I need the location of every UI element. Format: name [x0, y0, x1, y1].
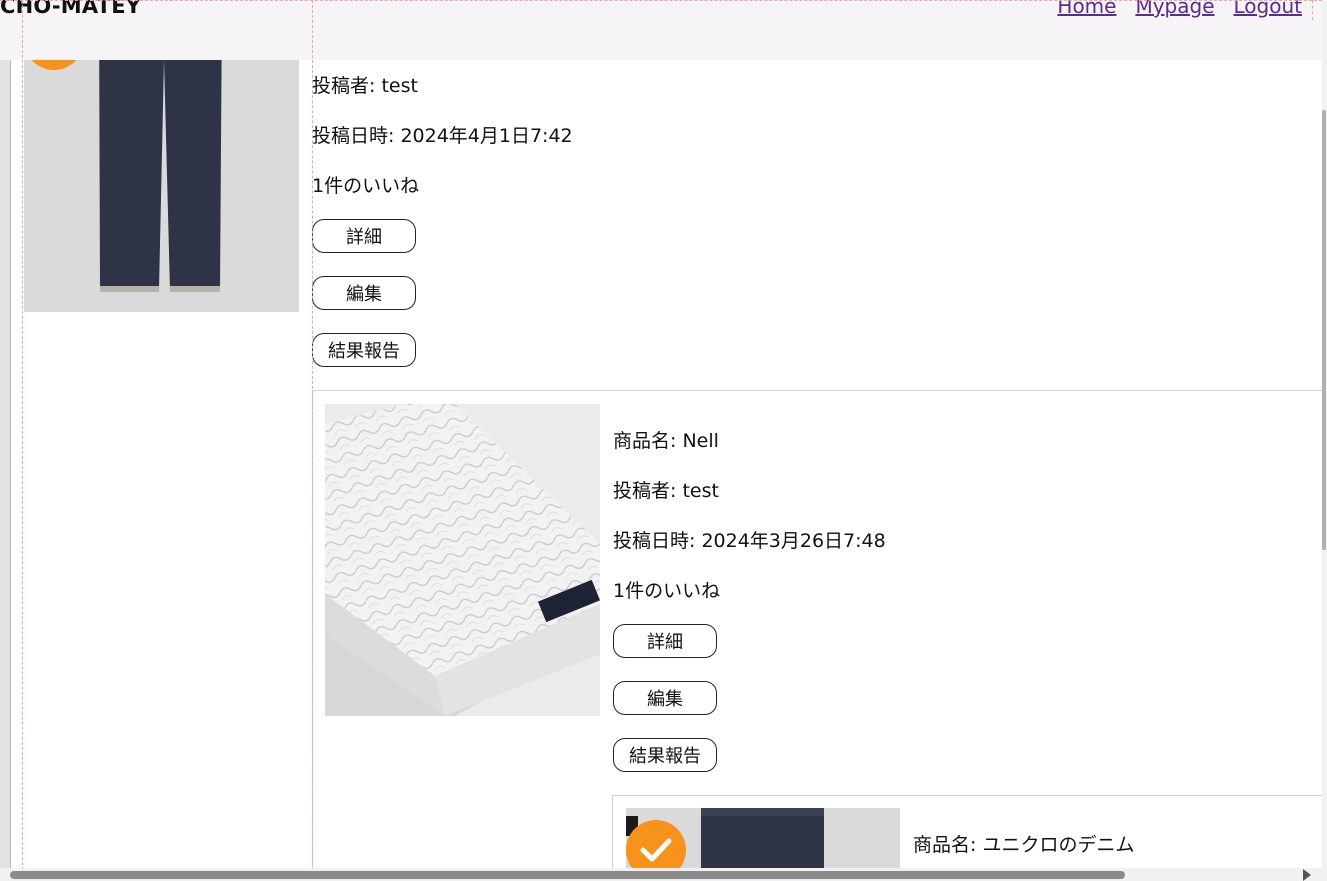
nav-mypage-link[interactable]: Mypage	[1135, 0, 1214, 18]
nav-home-link[interactable]: Home	[1057, 0, 1116, 18]
post-likes: 1件のいいね	[613, 580, 721, 602]
post-author: 投稿者: test	[613, 480, 719, 502]
scroll-right-arrow-icon[interactable]	[1303, 869, 1311, 881]
edit-button[interactable]: 編集	[312, 276, 416, 310]
post-likes: 1件のいいね	[312, 175, 420, 197]
guide-line	[1312, 0, 1313, 20]
product-name: 商品名: ユニクロのデニム	[913, 834, 1135, 856]
check-icon	[640, 838, 672, 862]
vertical-scroll-thumb[interactable]	[1322, 110, 1326, 550]
edit-button[interactable]: 編集	[613, 681, 717, 715]
horizontal-scroll-thumb[interactable]	[10, 871, 1125, 879]
left-strip	[0, 0, 11, 881]
post-divider-vertical	[612, 795, 613, 870]
navbar: CHO-MATEY Home Mypage Logout	[0, 0, 1322, 60]
guide-line	[0, 0, 1327, 1]
detail-button[interactable]: 詳細	[613, 624, 717, 658]
post-author: 投稿者: test	[312, 75, 418, 97]
post-divider	[612, 795, 1322, 796]
product-image-mattress[interactable]	[325, 404, 600, 716]
product-name: 商品名: Nell	[613, 430, 719, 452]
result-report-button[interactable]: 結果報告	[613, 738, 717, 772]
nav-links: Home Mypage Logout	[1057, 0, 1302, 18]
post-divider	[312, 390, 1322, 391]
post-date: 投稿日時: 2024年3月26日7:48	[613, 530, 886, 552]
guide-line	[312, 0, 313, 870]
detail-button[interactable]: 詳細	[312, 219, 416, 253]
vertical-scrollbar[interactable]	[1322, 0, 1327, 868]
post-date: 投稿日時: 2024年4月1日7:42	[312, 125, 573, 147]
nav-logout-link[interactable]: Logout	[1234, 0, 1302, 18]
guide-line	[22, 0, 23, 870]
horizontal-scrollbar[interactable]	[0, 868, 1327, 881]
result-report-button[interactable]: 結果報告	[312, 333, 416, 367]
